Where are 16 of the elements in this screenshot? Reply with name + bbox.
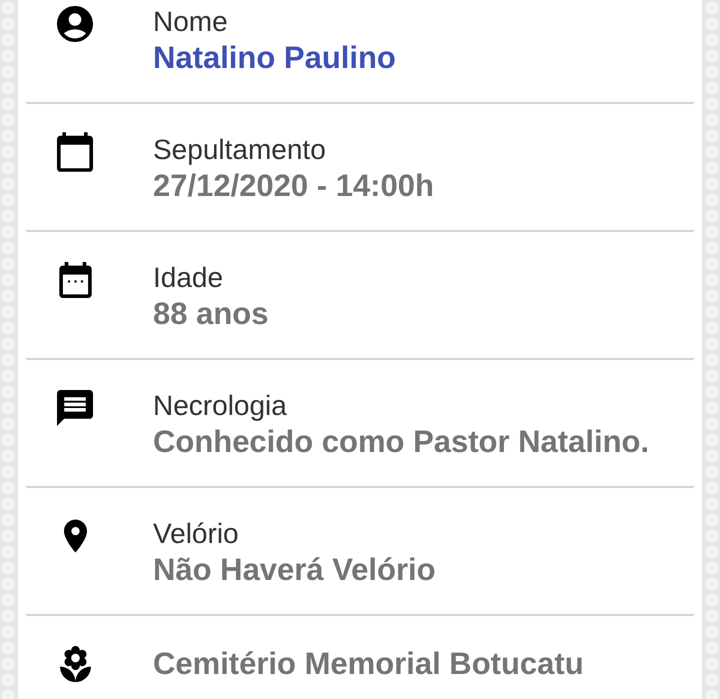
field-value: Não Haverá Velório bbox=[153, 551, 436, 589]
field-value: Cemitério Memorial Botucatu bbox=[153, 645, 584, 683]
calendar-dots-icon bbox=[58, 262, 92, 298]
map-pin-icon bbox=[64, 519, 86, 553]
field-value: Conhecido como Pastor Natalino. bbox=[153, 423, 650, 461]
field-value: Natalino Paulino bbox=[153, 39, 396, 77]
field-label: Idade bbox=[153, 261, 224, 295]
flower-icon bbox=[60, 646, 90, 682]
calendar-icon bbox=[57, 132, 93, 172]
field-label: Necrologia bbox=[153, 389, 287, 423]
field-label: Sepultamento bbox=[153, 133, 326, 167]
field-label: Velório bbox=[153, 517, 239, 551]
field-value: 27/12/2020 - 14:00h bbox=[153, 167, 434, 205]
chat-bubble-icon bbox=[57, 390, 93, 426]
field-value: 88 anos bbox=[153, 295, 268, 333]
field-label: Nome bbox=[153, 5, 228, 39]
